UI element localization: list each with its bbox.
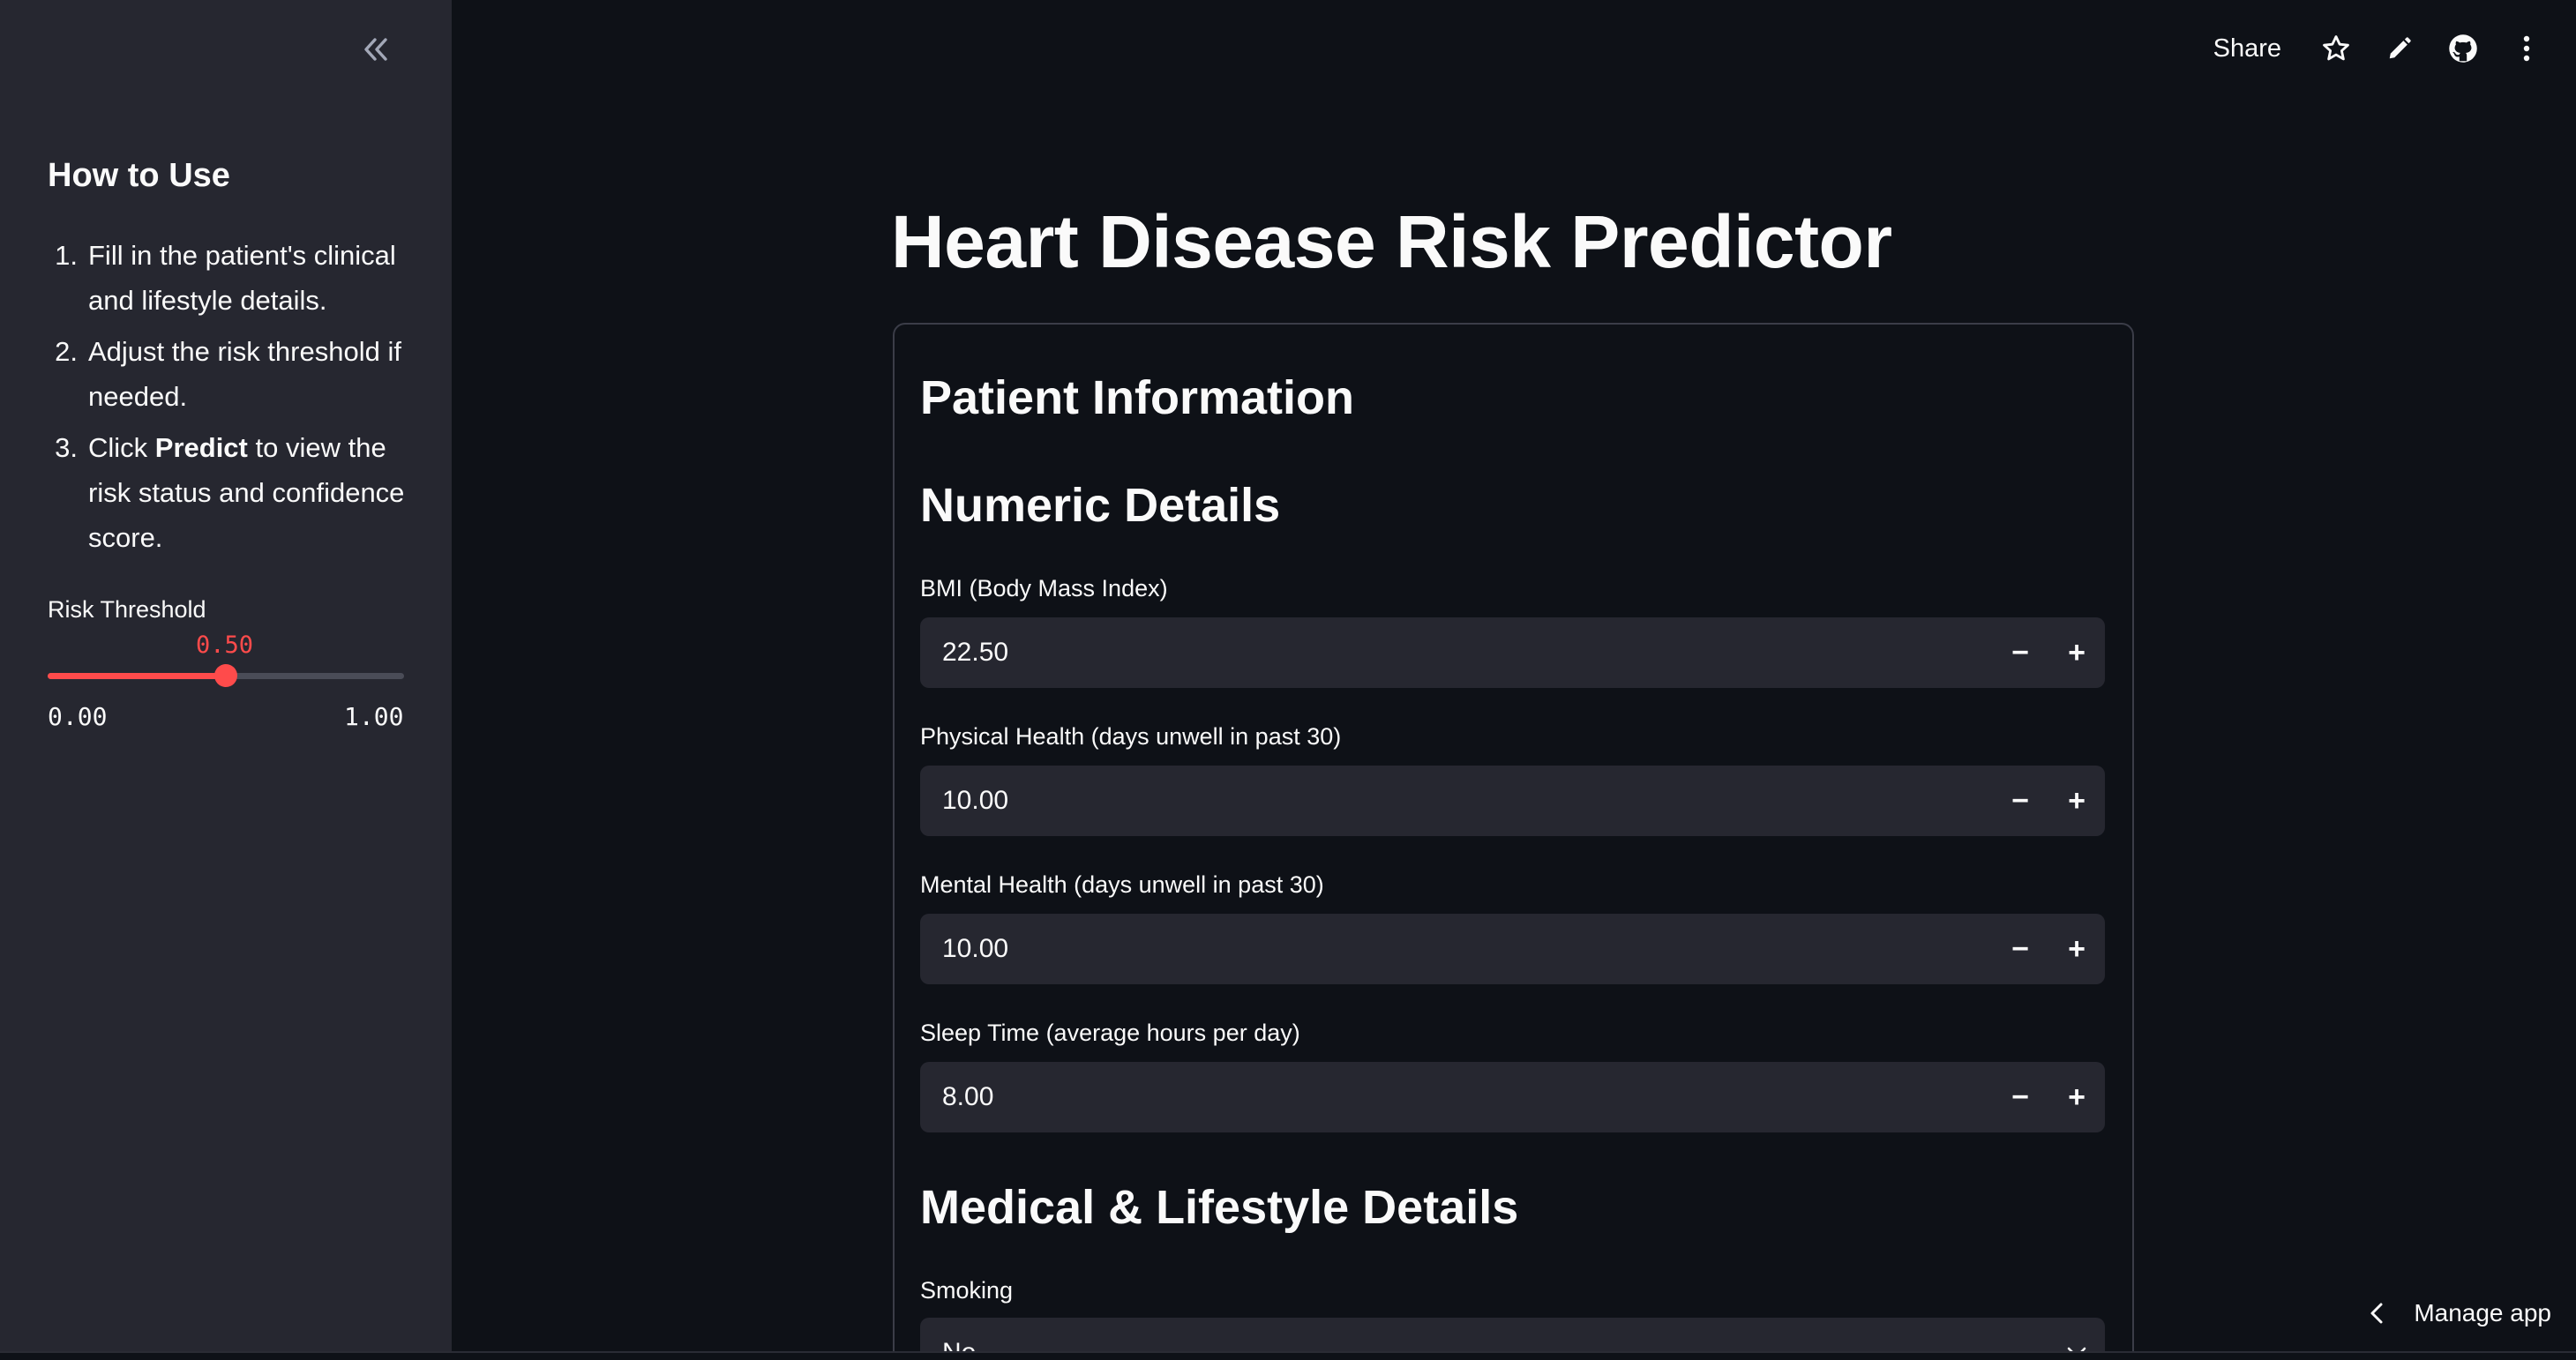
app-root: How to Use 1. Fill in the patient's clin…: [0, 0, 2576, 1360]
step-number: 3.: [55, 432, 78, 463]
list-item: 3. Click Predict to view the risk status…: [48, 425, 418, 560]
header-toolbar: Share: [2213, 0, 2576, 97]
slider-min-label: 0.00: [48, 702, 108, 731]
step-number: 2.: [55, 336, 78, 367]
physical-health-label: Physical Health (days unwell in past 30): [920, 723, 1342, 750]
list-item: 2. Adjust the risk threshold if needed.: [48, 329, 418, 419]
step-number: 1.: [55, 240, 78, 271]
physical-health-value[interactable]: 10.00: [920, 786, 1992, 816]
risk-threshold-label: Risk Threshold: [48, 596, 206, 623]
page-title: Heart Disease Risk Predictor: [891, 200, 1892, 283]
sidebar-title: How to Use: [48, 157, 230, 194]
physical-health-increment-button[interactable]: +: [2048, 766, 2105, 836]
manage-app-button[interactable]: Manage app: [2370, 1291, 2551, 1335]
double-chevron-left-icon: [364, 38, 387, 61]
sidebar: How to Use 1. Fill in the patient's clin…: [0, 0, 452, 1360]
sleep-time-label: Sleep Time (average hours per day): [920, 1020, 1300, 1046]
pencil-icon: [2389, 37, 2411, 59]
collapse-sidebar-button[interactable]: [355, 28, 397, 71]
more-vertical-icon: [2523, 35, 2530, 62]
predict-emphasis: Predict: [154, 432, 248, 463]
share-button[interactable]: Share: [2213, 34, 2281, 64]
slider-max-label: 1.00: [344, 702, 404, 731]
github-button[interactable]: [2431, 17, 2495, 80]
physical-health-decrement-button[interactable]: −: [1992, 766, 2048, 836]
bmi-label: BMI (Body Mass Index): [920, 575, 1168, 602]
bmi-input[interactable]: 22.50 − +: [920, 617, 2105, 688]
risk-threshold-slider[interactable]: [48, 664, 404, 687]
numeric-details-heading: Numeric Details: [920, 479, 1281, 532]
mental-health-value[interactable]: 10.00: [920, 934, 1992, 964]
mental-health-decrement-button[interactable]: −: [1992, 914, 2048, 984]
more-options-button[interactable]: [2495, 17, 2558, 80]
medical-lifestyle-heading: Medical & Lifestyle Details: [920, 1181, 1519, 1234]
step-text: Fill in the patient's clinical and lifes…: [88, 240, 396, 316]
mental-health-increment-button[interactable]: +: [2048, 914, 2105, 984]
sleep-time-value[interactable]: 8.00: [920, 1082, 1992, 1112]
edit-button[interactable]: [2368, 17, 2431, 80]
slider-fill: [48, 673, 226, 679]
favorite-button[interactable]: [2304, 17, 2368, 80]
step-text: Adjust the risk threshold if needed.: [88, 336, 401, 412]
physical-health-input[interactable]: 10.00 − +: [920, 766, 2105, 836]
mental-health-input[interactable]: 10.00 − +: [920, 914, 2105, 984]
list-item: 1. Fill in the patient's clinical and li…: [48, 233, 418, 323]
manage-app-label: Manage app: [2414, 1299, 2551, 1326]
instructions-list: 1. Fill in the patient's clinical and li…: [48, 233, 418, 566]
bmi-decrement-button[interactable]: −: [1992, 617, 2048, 688]
sleep-time-decrement-button[interactable]: −: [1992, 1062, 2048, 1132]
smoking-label: Smoking: [920, 1277, 1014, 1304]
chevron-left-icon: [2370, 1303, 2383, 1324]
window-bottom-edge: [0, 1351, 2576, 1360]
risk-threshold-value: 0.50: [196, 631, 254, 659]
star-icon: [2323, 35, 2349, 61]
bmi-increment-button[interactable]: +: [2048, 617, 2105, 688]
sleep-time-increment-button[interactable]: +: [2048, 1062, 2105, 1132]
mental-health-label: Mental Health (days unwell in past 30): [920, 871, 1324, 898]
bmi-value[interactable]: 22.50: [920, 638, 1992, 668]
slider-thumb[interactable]: [214, 664, 237, 687]
step-text: Click Predict to view the risk status an…: [88, 432, 405, 553]
patient-information-heading: Patient Information: [920, 371, 1355, 424]
github-icon: [2449, 34, 2477, 63]
sleep-time-input[interactable]: 8.00 − +: [920, 1062, 2105, 1132]
